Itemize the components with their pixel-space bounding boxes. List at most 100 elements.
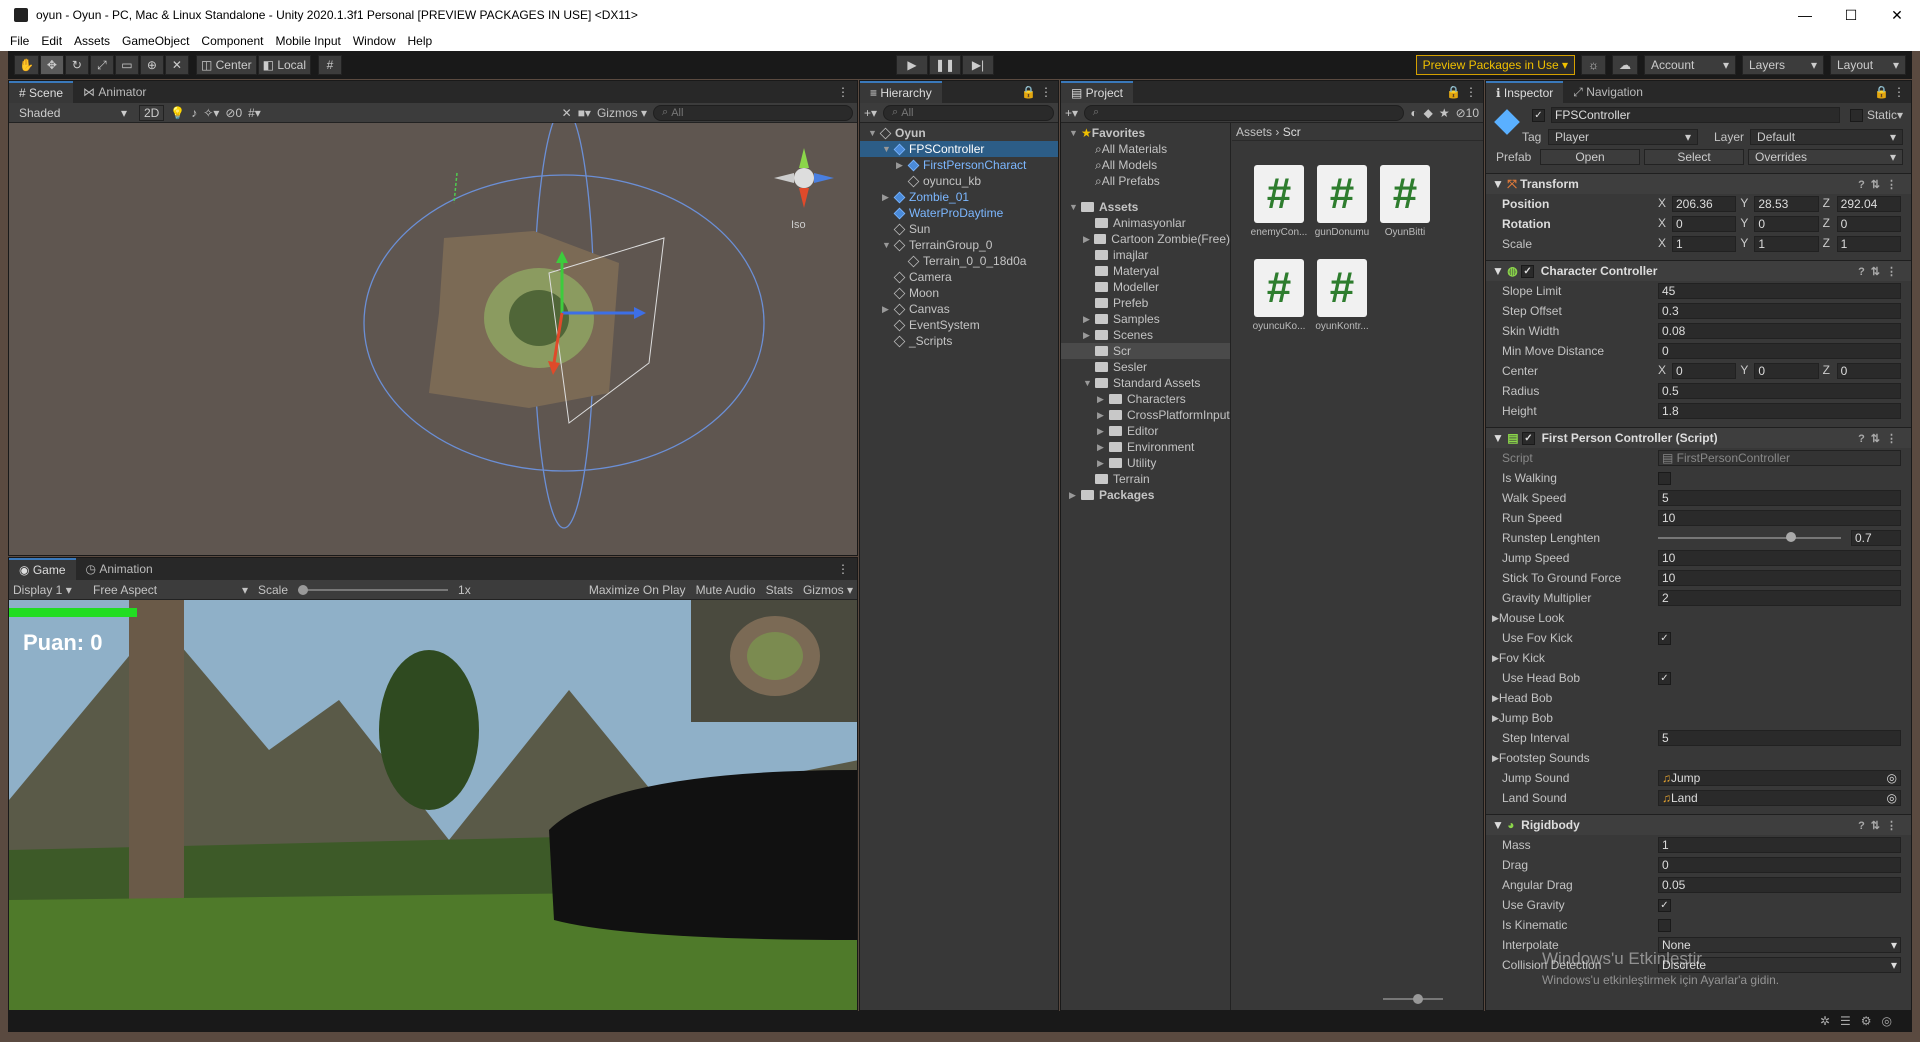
project-folder-item[interactable]: ⌕ All Materials [1061,141,1230,157]
tab-game[interactable]: ◉ Game [9,558,76,580]
lock-icon[interactable]: 🔒 [1874,85,1889,99]
project-folder-item[interactable]: Terrain [1061,471,1230,487]
asset-item[interactable]: # OyunBitti [1370,165,1440,238]
fpc-header[interactable]: ▼ ▤ ✓ First Person Controller (Script) ?⇅… [1486,427,1911,448]
hierarchy-item[interactable]: EventSystem [860,317,1058,333]
prefab-select-button[interactable]: Select [1644,149,1744,165]
panel-menu-icon[interactable]: ⋮ [1040,85,1052,99]
project-folder-item[interactable]: Scr [1061,343,1230,359]
minimize-button[interactable]: — [1782,0,1828,30]
foldout-arrow-icon[interactable]: ▶ [1492,753,1499,764]
project-folder-item[interactable]: ▼ Standard Assets [1061,375,1230,391]
hierarchy-item[interactable]: ▶ Canvas [860,301,1058,317]
project-folder-item[interactable]: ⌕ All Models [1061,157,1230,173]
account-dropdown[interactable]: Account ▾ [1644,55,1736,75]
game-viewport[interactable]: Puan: 0 [9,600,857,1010]
rotation-z-field[interactable]: 0 [1836,216,1901,232]
foldout-arrow-icon[interactable]: ▶ [1492,713,1499,724]
transform-tool-icon[interactable]: ⊕ [139,55,164,75]
lighting-icon[interactable]: 💡 [170,106,185,120]
asset-item[interactable]: # gunDonumu [1307,165,1377,238]
position-x-field[interactable]: 206.36 [1672,196,1737,212]
rigidbody-header[interactable]: ▼ ◕ Rigidbody ?⇅⋮ [1486,814,1911,835]
create-button[interactable]: +▾ [864,106,877,120]
hierarchy-item[interactable]: ▼ Oyun [860,125,1058,141]
hidden-packages-icon[interactable]: ⊘10 [1456,106,1479,120]
foldout-arrow-icon[interactable]: ▶ [1492,613,1499,624]
project-folder-item[interactable]: Animasyonlar [1061,215,1230,231]
position-z-field[interactable]: 292.04 [1836,196,1901,212]
scale-slider[interactable] [298,584,449,595]
foldout-arrow-icon[interactable]: ▶ [1492,653,1499,664]
tab-project[interactable]: ▤ Project [1061,81,1134,103]
project-folder-item[interactable]: Modeller [1061,279,1230,295]
project-folder-item[interactable]: ⌕ All Prefabs [1061,173,1230,189]
character-controller-header[interactable]: ▼ ◍ ✓ Character Controller ?⇅⋮ [1486,260,1911,281]
project-search-input[interactable]: ⌕ [1084,104,1405,121]
rotate-tool-icon[interactable]: ↻ [64,55,89,75]
object-picker-icon[interactable]: ◎ [1887,791,1897,805]
filter-label-icon[interactable]: ◆ [1424,106,1433,120]
hand-tool-icon[interactable]: ✋ [14,55,39,75]
property-dropdown[interactable]: None ▾ [1658,937,1901,953]
tab-scene[interactable]: # Scene [9,81,74,103]
hierarchy-item[interactable]: ▼ TerrainGroup_0 [860,237,1058,253]
menu-component[interactable]: Component [201,34,263,48]
scene-viewport[interactable]: Iso [9,123,857,555]
panel-menu-icon[interactable]: ⋮ [1465,85,1477,99]
property-checkbox[interactable]: ✓ [1658,671,1671,685]
position-y-field[interactable]: 28.53 [1754,196,1819,212]
property-value-field[interactable]: 10 [1658,510,1901,526]
menu-help[interactable]: Help [408,34,433,48]
maximize-button[interactable]: ☐ [1828,0,1874,30]
move-tool-icon[interactable]: ✥ [39,55,64,75]
property-value-field[interactable]: 0.5 [1658,383,1901,399]
project-folder-item[interactable]: ▶ Packages [1061,487,1230,503]
scale-y-field[interactable]: 1 [1754,236,1819,252]
lock-icon[interactable]: 🔒 [1446,85,1461,99]
hierarchy-item[interactable]: WaterProDaytime [860,205,1058,221]
static-checkbox[interactable] [1849,108,1863,122]
tag-dropdown[interactable]: Player ▾ [1548,129,1698,145]
foldout-arrow-icon[interactable]: ▶ [1097,394,1109,405]
project-folder-item[interactable]: ▶ Editor [1061,423,1230,439]
object-name-field[interactable]: FPSController [1551,107,1840,123]
scene-search-input[interactable]: ⌕ All [653,104,853,121]
foldout-arrow-icon[interactable]: ▶ [1492,693,1499,704]
panel-menu-icon[interactable]: ⋮ [837,562,849,576]
asset-item[interactable]: # oyuncuKo... [1244,259,1314,332]
tab-navigation[interactable]: ⤢ Navigation [1563,81,1653,103]
rotation-y-field[interactable]: 0 [1754,216,1819,232]
project-folder-item[interactable]: Prefeb [1061,295,1230,311]
project-folder-item[interactable]: imajlar [1061,247,1230,263]
project-folder-item[interactable]: ▶ Utility [1061,455,1230,471]
audio-icon[interactable]: ♪ [191,106,197,120]
rotation-x-field[interactable]: 0 [1672,216,1737,232]
icon-size-slider[interactable] [1383,994,1443,1004]
breadcrumb-current[interactable]: Scr [1283,125,1301,139]
hierarchy-item[interactable]: Terrain_0_0_18d0a [860,253,1058,269]
property-slider[interactable] [1658,532,1841,542]
shading-mode-dropdown[interactable]: Shaded ▾ [13,105,133,121]
custom-tool-icon[interactable]: ✕ [164,55,189,75]
hierarchy-item[interactable]: Sun [860,221,1058,237]
hidden-objects-icon[interactable]: ⊘0 [225,106,242,120]
center-y-field[interactable]: 0 [1754,363,1819,379]
project-folder-item[interactable]: Sesler [1061,359,1230,375]
object-picker-icon[interactable]: ◎ [1887,771,1897,785]
foldout-arrow-icon[interactable]: ▼ [1069,202,1081,212]
project-folder-item[interactable]: ▶ Cartoon Zombie(Free) [1061,231,1230,247]
favorite-icon[interactable]: ★ [1439,106,1450,120]
property-value-field[interactable]: 45 [1658,283,1901,299]
project-folder-item[interactable]: ▶ Scenes [1061,327,1230,343]
scale-tool-icon[interactable]: ⤢ [89,55,114,75]
tab-hierarchy[interactable]: ≡ Hierarchy [860,81,942,103]
property-value-field[interactable]: 2 [1658,590,1901,606]
pivot-local-button[interactable]: ◧ Local [257,55,312,75]
foldout-arrow-icon[interactable]: ▶ [1097,410,1109,421]
slider-handle[interactable] [1786,532,1797,542]
scale-x-field[interactable]: 1 [1672,236,1737,252]
active-checkbox[interactable]: ✓ [1532,108,1545,122]
stats-toggle[interactable]: Stats [766,583,793,597]
foldout-arrow-icon[interactable]: ▶ [1097,426,1109,437]
